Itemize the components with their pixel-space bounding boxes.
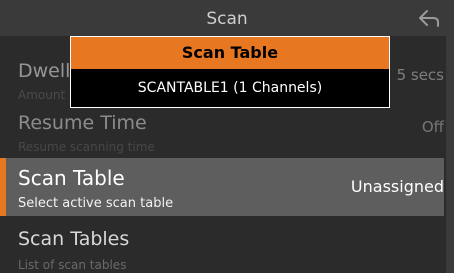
menu-item-value: Off [421,118,444,136]
menu-item-subtitle: List of scan tables [18,258,127,272]
header-bar: Scan [0,0,454,36]
menu-item-title: Scan Table [18,166,125,190]
menu-item-value: 5 secs [396,66,444,84]
menu-item-title: Resume Time [18,112,147,134]
menu-item-subtitle: Select active scan table [18,196,174,211]
menu-item-resume-time[interactable]: Resume Time Resume scanning time Off [0,102,444,158]
dialog-option-scantable1[interactable]: SCANTABLE1 (1 Channels) [71,70,389,107]
menu-item-scan-tables[interactable]: Scan Tables List of scan tables [0,220,444,273]
menu-item-value: Unassigned [350,177,444,196]
menu-item-subtitle: Resume scanning time [18,140,155,154]
selection-indicator [0,158,6,216]
dialog-title: Scan Table [71,37,389,69]
back-arrow-icon[interactable] [416,6,442,32]
scan-screen: Scan Dwell Amount 5 secs Resume Time Res… [0,0,454,273]
scan-table-dialog: Scan Table SCANTABLE1 (1 Channels) [70,36,390,108]
menu-item-title: Scan Tables [18,228,130,250]
menu-item-title: Dwell [18,60,71,82]
page-title: Scan [206,9,248,29]
menu-item-subtitle: Amount [18,88,66,102]
scrollbar[interactable] [446,36,454,273]
menu-item-scan-table[interactable]: Scan Table Select active scan table Unas… [0,158,444,216]
